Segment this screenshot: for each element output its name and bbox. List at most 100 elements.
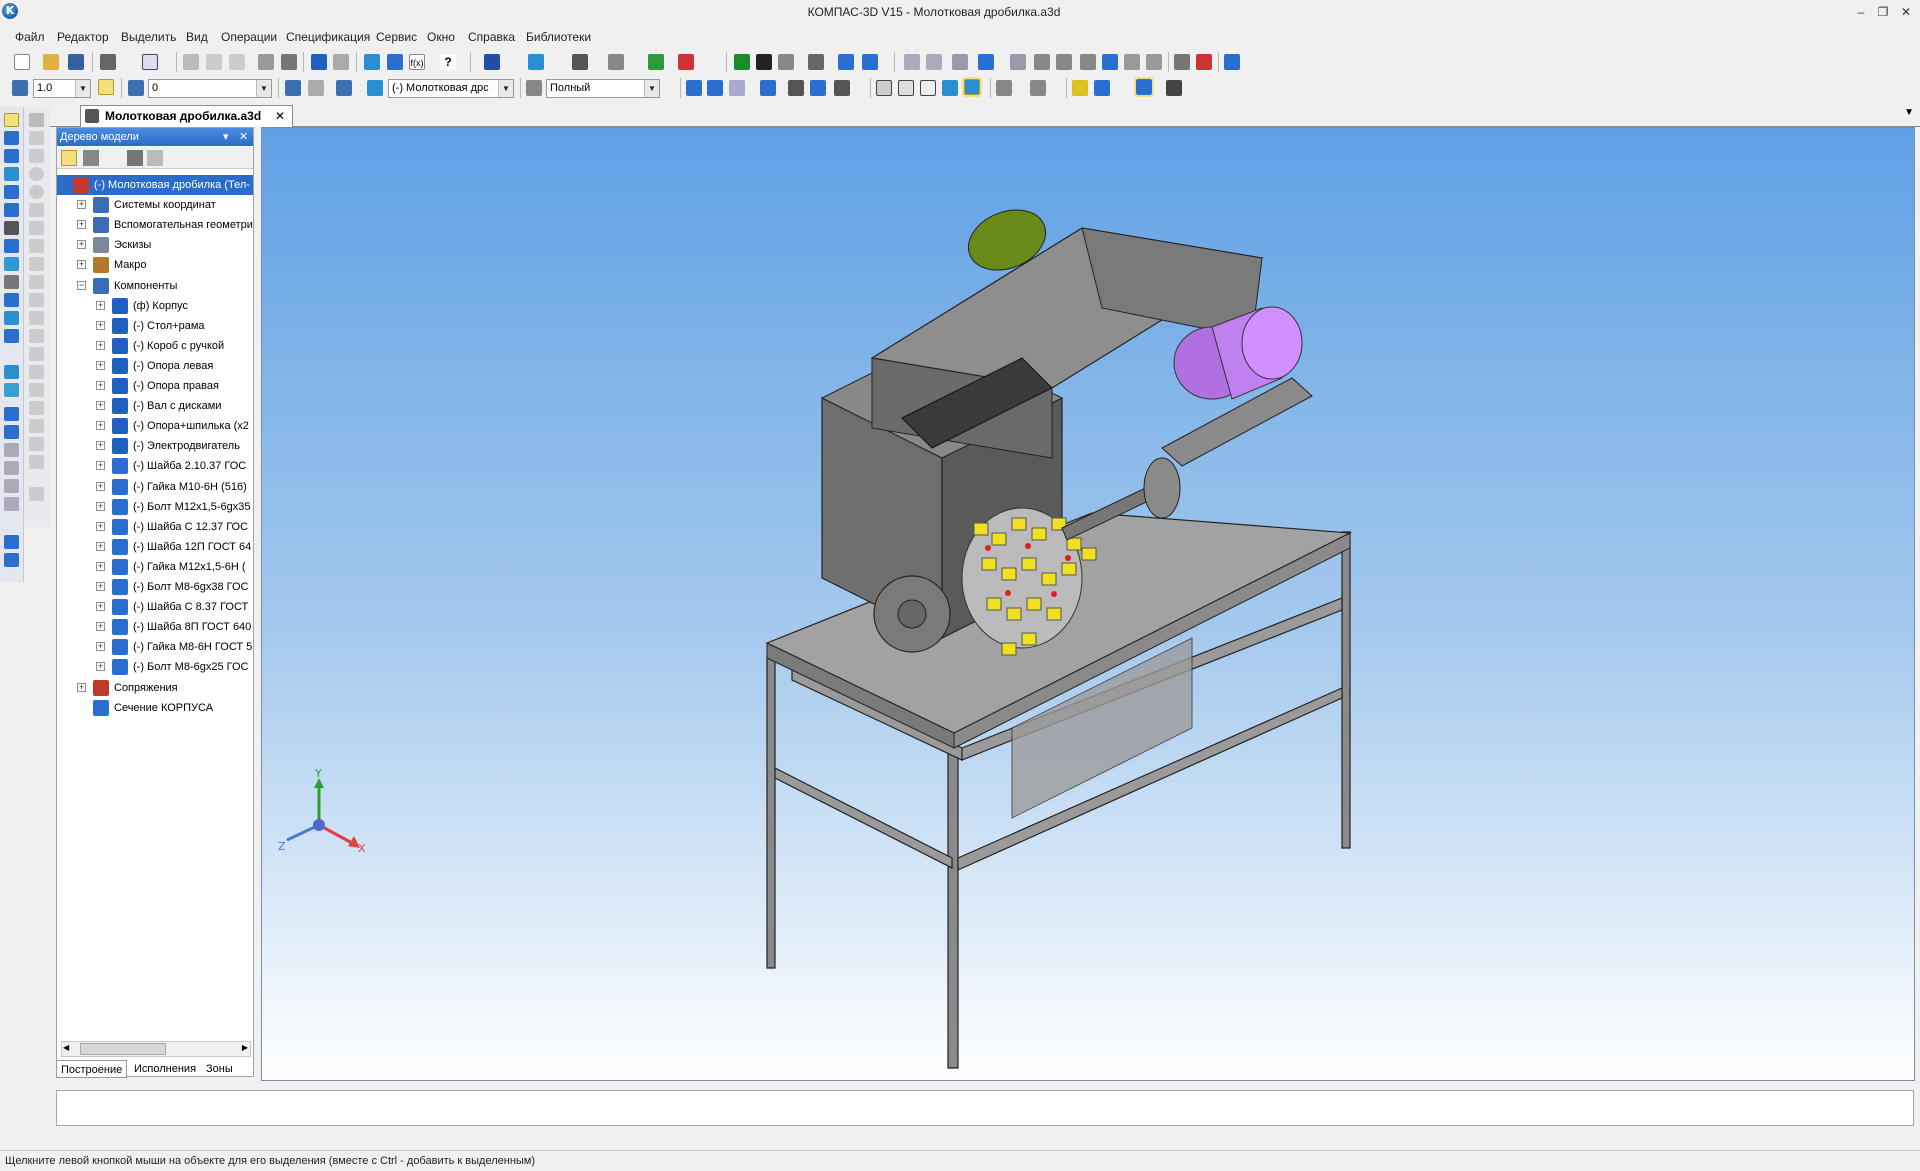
equidistant-icon[interactable] bbox=[29, 257, 44, 271]
minimize-button[interactable]: ‒ bbox=[1852, 4, 1870, 20]
restore-button[interactable]: ❐ bbox=[1874, 4, 1892, 20]
expander-icon[interactable]: + bbox=[77, 240, 86, 250]
manager-icon[interactable] bbox=[364, 54, 380, 70]
zoom-in-icon[interactable] bbox=[686, 80, 702, 96]
mass-properties-icon[interactable] bbox=[808, 54, 824, 70]
tree-item[interactable]: + Эскизы bbox=[57, 235, 253, 255]
pan-icon[interactable] bbox=[788, 80, 804, 96]
horizontal-scrollbar[interactable]: ◀ ▶ bbox=[61, 1041, 251, 1057]
step-combo[interactable]: 1.0 ▼ bbox=[33, 79, 91, 98]
hidden-lines-icon[interactable] bbox=[898, 80, 914, 96]
sheet-metal-icon[interactable] bbox=[4, 365, 19, 379]
redo-icon[interactable] bbox=[333, 54, 349, 70]
tab-versions[interactable]: Исполнения bbox=[130, 1060, 200, 1078]
edit-geometry-icon[interactable] bbox=[4, 113, 19, 127]
rotate-tool-icon[interactable] bbox=[29, 419, 44, 433]
tree-item[interactable]: + Вспомогательная геометри bbox=[57, 215, 253, 235]
dimension-icon[interactable] bbox=[978, 54, 994, 70]
open-folder-icon[interactable] bbox=[43, 54, 59, 70]
view-mode-icon[interactable] bbox=[526, 80, 542, 96]
undo-icon[interactable] bbox=[311, 54, 327, 70]
perspective-icon[interactable] bbox=[996, 80, 1012, 96]
chevron-down-icon[interactable]: ▼ bbox=[75, 80, 90, 97]
curves-icon[interactable] bbox=[4, 407, 19, 421]
macro-tools-icon[interactable] bbox=[4, 553, 19, 567]
layer-combo[interactable]: 0 ▼ bbox=[148, 79, 272, 98]
axes-icon[interactable] bbox=[926, 54, 942, 70]
layers-icon[interactable] bbox=[128, 80, 144, 96]
mate-icon[interactable] bbox=[608, 54, 624, 70]
tolerance-icon[interactable] bbox=[1034, 54, 1050, 70]
variables-fx-icon[interactable]: f(x) bbox=[409, 54, 425, 70]
hatch-icon[interactable] bbox=[1196, 54, 1212, 70]
plane-icon[interactable] bbox=[308, 80, 324, 96]
component-edit-icon[interactable] bbox=[367, 80, 383, 96]
expander-icon[interactable]: + bbox=[96, 421, 105, 431]
ellipse-icon[interactable] bbox=[29, 185, 44, 199]
text-icon[interactable] bbox=[1174, 54, 1190, 70]
tree-item[interactable]: + (-) Стол+рама bbox=[57, 316, 253, 336]
polyline-icon[interactable] bbox=[29, 221, 44, 235]
chamfer-icon[interactable] bbox=[29, 311, 44, 325]
designation-icon[interactable] bbox=[1146, 54, 1162, 70]
line-icon[interactable] bbox=[29, 131, 44, 145]
menu-help[interactable]: Справка bbox=[468, 30, 515, 44]
surface-icon[interactable] bbox=[4, 239, 19, 253]
zoom-window-icon[interactable] bbox=[729, 80, 745, 96]
model-viewport[interactable]: Y X Z bbox=[261, 127, 1915, 1081]
polygon-icon[interactable] bbox=[29, 347, 44, 361]
tree-item[interactable]: + (ф) Корпус bbox=[57, 296, 253, 316]
thin-hidden-lines-icon[interactable] bbox=[920, 80, 936, 96]
chevron-down-icon[interactable]: ▼ bbox=[256, 80, 271, 97]
print-preview-icon[interactable] bbox=[142, 54, 158, 70]
table-icon[interactable] bbox=[734, 54, 750, 70]
shaded-edges-icon[interactable] bbox=[962, 77, 982, 97]
sketch-tools-icon[interactable] bbox=[4, 275, 19, 289]
tree-item[interactable]: + Системы координат bbox=[57, 195, 253, 215]
tree-item[interactable]: + Сопряжения bbox=[57, 678, 253, 698]
rotate-icon[interactable] bbox=[810, 80, 826, 96]
deform-icon[interactable] bbox=[29, 487, 44, 501]
tree-item[interactable]: Сечение КОРПУСА bbox=[57, 698, 253, 718]
loft-icon[interactable] bbox=[4, 167, 19, 181]
expander-icon[interactable]: + bbox=[77, 682, 86, 692]
array-icon[interactable] bbox=[4, 185, 19, 199]
view-mode-combo[interactable]: Полный ▼ bbox=[546, 79, 660, 98]
expander-icon[interactable]: + bbox=[96, 582, 105, 591]
cut-icon[interactable] bbox=[183, 54, 199, 70]
expander-icon[interactable]: + bbox=[96, 340, 105, 350]
scroll-thumb[interactable] bbox=[80, 1043, 166, 1055]
menu-edit[interactable]: Редактор bbox=[57, 30, 109, 44]
tree-item[interactable]: + (-) Болт М12х1,5-6gx35 bbox=[57, 497, 253, 517]
expander-icon[interactable]: + bbox=[96, 481, 105, 491]
expander-icon[interactable]: + bbox=[96, 501, 105, 511]
save-icon[interactable] bbox=[68, 54, 84, 70]
dimension-tools-icon[interactable] bbox=[4, 479, 19, 493]
designation-tools-icon[interactable] bbox=[4, 497, 19, 511]
menu-file[interactable]: Файл bbox=[15, 30, 45, 44]
help-pointer-icon[interactable]: ? bbox=[440, 54, 456, 70]
hatch-tool-icon[interactable] bbox=[29, 365, 44, 379]
tree-item[interactable]: + (-) Опора левая bbox=[57, 356, 253, 376]
tree-item[interactable]: + (-) Опора+шпилька (x2 bbox=[57, 416, 253, 436]
tree-item[interactable]: + (-) Гайка М10-6Н (516) bbox=[57, 477, 253, 497]
spec-icon[interactable] bbox=[648, 54, 664, 70]
orientation-icon[interactable] bbox=[834, 80, 850, 96]
expander-icon[interactable]: + bbox=[96, 561, 105, 571]
expander-icon[interactable]: + bbox=[96, 461, 105, 471]
list-icon[interactable] bbox=[281, 54, 297, 70]
report-icon[interactable] bbox=[678, 54, 694, 70]
tree-item[interactable]: + (-) Шайба С 12.37 ГОС bbox=[57, 517, 253, 537]
scroll-right-icon[interactable]: ▶ bbox=[242, 1043, 248, 1052]
tree-item[interactable]: + (-) Вал с дисками bbox=[57, 396, 253, 416]
expander-icon[interactable]: + bbox=[96, 541, 105, 551]
tree-item[interactable]: + (-) Электродвигатель bbox=[57, 436, 253, 456]
properties-icon[interactable] bbox=[258, 54, 274, 70]
expander-icon[interactable]: + bbox=[96, 300, 105, 310]
paste-icon[interactable] bbox=[229, 54, 245, 70]
library-manager-icon[interactable] bbox=[387, 54, 403, 70]
scale-icon[interactable] bbox=[29, 455, 44, 469]
tree-item[interactable]: + (-) Опора правая bbox=[57, 376, 253, 396]
copy-icon[interactable] bbox=[206, 54, 222, 70]
document-tab[interactable]: Молотковая дробилка.a3d ✕ bbox=[80, 105, 293, 127]
